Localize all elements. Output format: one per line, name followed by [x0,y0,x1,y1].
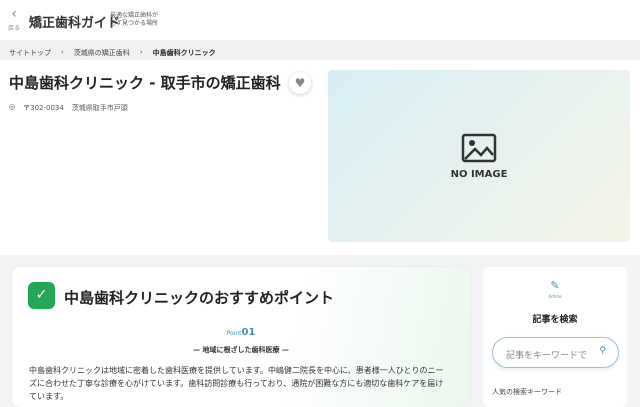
pen-icon: ✎ [550,279,560,292]
popular-keywords-label: 人気の検索キーワード [492,388,562,396]
point-text: 中島歯科クリニックは地域に密着した歯科医療を提供しています。中嶋健二院長を中心に… [29,366,444,401]
favorite-button[interactable]: ♥ [289,72,311,94]
address: ◎ 〒302-0034 茨城県取手市戸頭 [9,103,128,112]
clinic-image: NO IMAGE [328,70,630,242]
search-title: 記事を検索 [532,315,578,325]
heart-icon: ♥ [294,76,306,90]
breadcrumb-item[interactable]: 茨城県の矯正歯科 [74,48,130,60]
breadcrumb-current: 中島歯科クリニック [152,49,216,57]
header: ‹ 戻る 矯正歯科ガイド 最適な矯正歯科が 必ず見つかる場所 [0,0,640,40]
point-subtitle: — 地域に根ざした歯科医療 — [193,346,289,354]
tagline: 最適な矯正歯科が 必ず見つかる場所 [110,12,159,27]
breadcrumb-item[interactable]: サイトトップ [9,48,51,60]
recommend-points: ✓ 中島歯科クリニックのおすすめポイント Point01 — 地域に根ざした歯科… [12,267,470,407]
image-icon [461,133,497,162]
location-icon: ◎ [9,103,16,111]
check-icon: ✓ [28,282,55,309]
site-logo[interactable]: 矯正歯科ガイド [29,12,120,31]
back-button[interactable]: ‹ 戻る [6,6,22,32]
point-label: Point01 [226,327,256,338]
article-search-input[interactable]: 記事をキーワードで ⚲ [492,337,619,368]
section-title: 中島歯科クリニックのおすすめポイント [64,289,335,307]
page-title: 中島歯科クリニック - 取手市の矯正歯科 [9,74,281,92]
breadcrumb: サイトトップ › 茨城県の矯正歯科 › 中島歯科クリニック [0,40,640,60]
search-icon[interactable]: ⚲ [599,346,606,356]
chevron-left-icon: ‹ [11,6,17,22]
article-search-panel: ✎ Article 記事を検索 記事をキーワードで ⚲ 人気の検索キーワード [483,267,627,407]
